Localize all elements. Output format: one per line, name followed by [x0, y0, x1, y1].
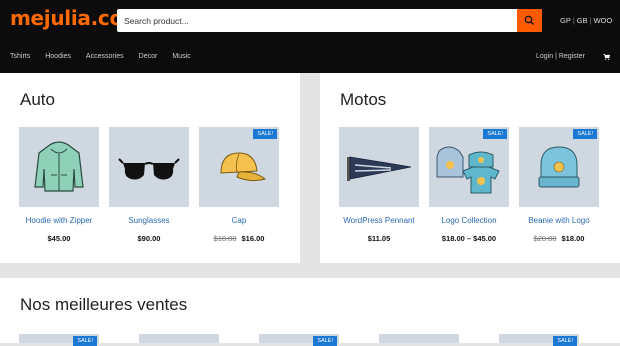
product-current-price: $18.00 — [561, 234, 585, 243]
cap-icon — [220, 152, 267, 182]
sale-badge: SALE! — [253, 129, 277, 139]
language-switcher: GP | GB | WOO — [560, 16, 613, 25]
beanie-icon — [538, 146, 580, 188]
product-card[interactable]: SALE! Beanie with Logo $20.00 $18.00 — [519, 127, 599, 243]
product-price: $90.00 — [109, 234, 189, 243]
search-bar — [117, 9, 542, 32]
pennant-icon — [347, 156, 412, 181]
nav-music[interactable]: Music — [172, 53, 190, 60]
product-price: $18.00 – $45.00 — [429, 234, 509, 243]
section-motos: Motos WordPress Pennant $11.05 SALE! Log… — [320, 73, 620, 263]
hoodie-icon — [34, 141, 84, 192]
nav-hoodies[interactable]: Hoodies — [45, 53, 71, 60]
product-image[interactable]: SALE! — [19, 334, 99, 346]
product-price: $11.05 — [339, 234, 419, 243]
sale-badge: SALE! — [483, 129, 507, 139]
product-price: $18.00 $16.00 — [199, 234, 279, 243]
sale-badge: SALE! — [313, 336, 337, 346]
sale-badge: SALE! — [73, 336, 97, 346]
lang-gp[interactable]: GP — [560, 16, 571, 25]
cart-icon[interactable] — [603, 54, 610, 60]
product-card[interactable]: SALE! Logo Collection $18.00 – $45.00 — [429, 127, 509, 243]
product-name[interactable]: Cap — [199, 216, 279, 225]
search-icon — [524, 15, 534, 25]
search-button[interactable] — [517, 9, 542, 32]
product-image[interactable] — [139, 334, 219, 343]
section-bestsellers: Nos meilleures ventes SALE! SALE! SALE! — [0, 278, 620, 346]
nav-tshirts[interactable]: Tshirts — [10, 53, 30, 60]
product-card[interactable]: WordPress Pennant $11.05 — [339, 127, 419, 243]
product-image[interactable]: SALE! — [259, 334, 339, 346]
product-price: $20.00 $18.00 — [519, 234, 599, 243]
section-title: Motos — [340, 90, 387, 109]
category-nav: Tshirts Hoodies Accessories Decor Music — [10, 53, 206, 60]
product-image[interactable]: SALE! — [499, 334, 579, 346]
logo-collection-icon — [436, 146, 500, 194]
product-current-price: $16.00 — [241, 234, 265, 243]
product-image[interactable]: SALE! — [199, 127, 279, 207]
site-header: mejulia.com GP|GB|WOO TshirtsHoodiesAcce… — [0, 0, 620, 73]
product-image[interactable] — [339, 127, 419, 207]
product-current-price: $90.00 — [137, 234, 161, 243]
product-name[interactable]: Hoodie with Zipper — [19, 216, 99, 225]
sale-badge: SALE! — [553, 336, 577, 346]
section-auto: Auto Hoodie with Zipper $45.00 Sunglasse… — [0, 73, 300, 263]
nav-decor[interactable]: Decor — [139, 53, 158, 60]
product-card[interactable]: SALE! Cap $18.00 $16.00 — [199, 127, 279, 243]
section-title: Nos meilleures ventes — [20, 295, 188, 314]
product-card[interactable]: Hoodie with Zipper $45.00 — [19, 127, 99, 243]
product-current-price: $11.05 — [367, 234, 391, 243]
product-old-price: $18.00 — [213, 234, 237, 243]
product-name[interactable]: Beanie with Logo — [519, 216, 599, 225]
product-old-price: $20.00 — [533, 234, 557, 243]
product-current-price: $18.00 – $45.00 — [441, 234, 497, 243]
lang-woo[interactable]: WOO — [594, 16, 613, 25]
product-image[interactable]: SALE! — [429, 127, 509, 207]
product-card[interactable]: Sunglasses $90.00 — [109, 127, 189, 243]
product-current-price: $45.00 — [47, 234, 71, 243]
product-name[interactable]: WordPress Pennant — [339, 216, 419, 225]
sale-badge: SALE! — [573, 129, 597, 139]
nav-accessories[interactable]: Accessories — [86, 53, 124, 60]
section-title: Auto — [20, 90, 55, 109]
login-register-link[interactable]: Login | Register — [536, 53, 585, 60]
product-image[interactable] — [19, 127, 99, 207]
search-input[interactable] — [117, 9, 512, 32]
product-name[interactable]: Logo Collection — [429, 216, 509, 225]
sunglasses-icon — [118, 158, 180, 180]
product-name[interactable]: Sunglasses — [109, 216, 189, 225]
product-image[interactable] — [379, 334, 459, 343]
product-image[interactable] — [109, 127, 189, 207]
lang-gb[interactable]: GB — [577, 16, 588, 25]
product-image[interactable]: SALE! — [519, 127, 599, 207]
product-price: $45.00 — [19, 234, 99, 243]
